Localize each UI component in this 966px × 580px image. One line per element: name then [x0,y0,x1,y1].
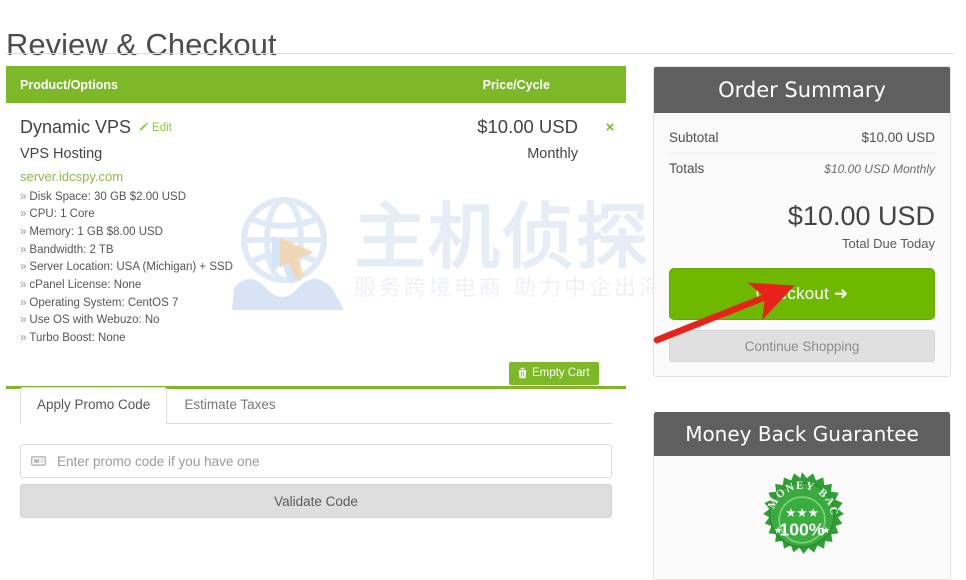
option-label: CPU: 1 Core [29,208,95,221]
checkout-button[interactable]: Checkout ➜ [669,268,935,320]
guarantee-badge-wrapper: MONEY BACK ★★★ 100% ★ ★ [654,456,950,579]
option-label: Operating System: CentOS 7 [29,296,179,309]
bullet-caret-icon: » [20,279,27,292]
table-row: Dynamic VPS Edit VPS Hosting server.idcs… [6,103,626,348]
option-label: Use OS with Webuzo: No [29,314,160,327]
svg-text:★: ★ [774,525,782,535]
product-domain: server.idcspy.com [20,168,124,184]
order-summary-heading: Order Summary [654,67,950,113]
bullet-caret-icon: » [20,243,27,256]
cart-table-header: Product/Options Price/Cycle [6,66,626,103]
total-due-amount: $10.00 USD [787,201,935,231]
money-back-seal-icon: MONEY BACK ★★★ 100% ★ ★ [745,461,844,554]
column-header-product: Product/Options [20,77,118,92]
title-divider [6,53,954,54]
bullet-caret-icon: » [20,225,27,238]
order-summary-body: Subtotal $10.00 USD Totals $10.00 USD Mo… [654,113,950,376]
empty-cart-button[interactable]: Empty Cart [509,362,599,385]
cart-table-body: Dynamic VPS Edit VPS Hosting server.idcs… [6,103,626,389]
remove-item-icon[interactable]: × [606,119,615,136]
column-header-price: Price/Cycle [482,77,550,92]
cart-item-pricing: $10.00 USD Monthly [406,115,594,348]
total-due-block: $10.00 USD Total Due Today [669,200,935,254]
svg-text:★: ★ [822,525,830,535]
bullet-caret-icon: » [20,208,27,221]
item-price: $10.00 USD [477,116,578,137]
edit-label: Edit [152,121,172,134]
option-label: Disk Space: 30 GB $2.00 USD [29,190,187,203]
promo-input-wrapper[interactable] [20,444,612,478]
subtotal-value: $10.00 USD [861,130,935,145]
product-name: Dynamic VPS [20,117,132,137]
bullet-caret-icon: » [20,296,27,309]
list-item: » Memory: 1 GB $8.00 USD [20,224,406,242]
summary-row-subtotal: Subtotal $10.00 USD [669,123,935,154]
list-item: » Bandwidth: 2 TB [20,242,406,260]
option-label: Server Location: USA (Michigan) + SSD [29,261,233,274]
list-item: » CPU: 1 Core [20,206,406,224]
totals-label: Totals [669,161,705,176]
badge-stars: ★★★ [785,506,819,520]
page-title: Review & Checkout [6,26,277,62]
cart-table: Product/Options Price/Cycle Dynamic VPS … [6,66,626,389]
option-label: Turbo Boost: None [29,332,126,345]
badge-percent-text: 100% [779,520,824,540]
list-item: » Use OS with Webuzo: No [20,312,406,330]
empty-cart-label: Empty Cart [532,367,590,379]
option-label: cPanel License: None [29,279,142,292]
cart-item-details: Dynamic VPS Edit VPS Hosting server.idcs… [6,115,406,348]
ticket-icon [31,456,46,466]
option-label: Memory: 1 GB $8.00 USD [29,225,163,238]
product-group: VPS Hosting [20,145,103,162]
remove-item-cell: × [594,115,626,348]
list-item: » Server Location: USA (Michigan) + SSD [20,259,406,277]
guarantee-heading: Money Back Guarantee [654,412,950,456]
totals-value: $10.00 USD Monthly [824,162,935,176]
validate-code-button[interactable]: Validate Code [20,484,612,518]
item-billing-cycle: Monthly [527,146,578,162]
pencil-icon [139,122,148,131]
trash-icon [518,367,527,379]
order-summary-panel: Order Summary Subtotal $10.00 USD Totals… [653,66,951,377]
edit-product-link[interactable]: Edit [138,116,172,140]
continue-shopping-button[interactable]: Continue Shopping [669,330,935,362]
option-label: Bandwidth: 2 TB [29,243,114,256]
list-item: » Operating System: CentOS 7 [20,295,406,313]
product-name-row: Dynamic VPS Edit [20,115,406,140]
checkout-page: Review & Checkout Product/Options Price/… [0,0,966,580]
subtotal-label: Subtotal [669,130,719,145]
tab-estimate-taxes[interactable]: Estimate Taxes [167,387,292,424]
total-due-label: Total Due Today [842,236,935,251]
list-item: » Disk Space: 30 GB $2.00 USD [20,189,406,207]
bullet-caret-icon: » [20,332,27,345]
promo-code-input[interactable] [55,452,601,470]
bullet-caret-icon: » [20,261,27,274]
promo-tabs: Apply Promo Code Estimate Taxes [20,387,612,424]
list-item: » Turbo Boost: None [20,330,406,348]
bullet-caret-icon: » [20,190,27,203]
bullet-caret-icon: » [20,314,27,327]
summary-row-totals: Totals $10.00 USD Monthly [669,154,935,184]
tab-apply-promo-code[interactable]: Apply Promo Code [20,387,168,424]
list-item: » cPanel License: None [20,277,406,295]
product-options-list: » Disk Space: 30 GB $2.00 USD» CPU: 1 Core… [20,189,406,348]
money-back-guarantee-panel: Money Back Guarantee MONEY BACK ★★★ 100%… [653,412,951,580]
